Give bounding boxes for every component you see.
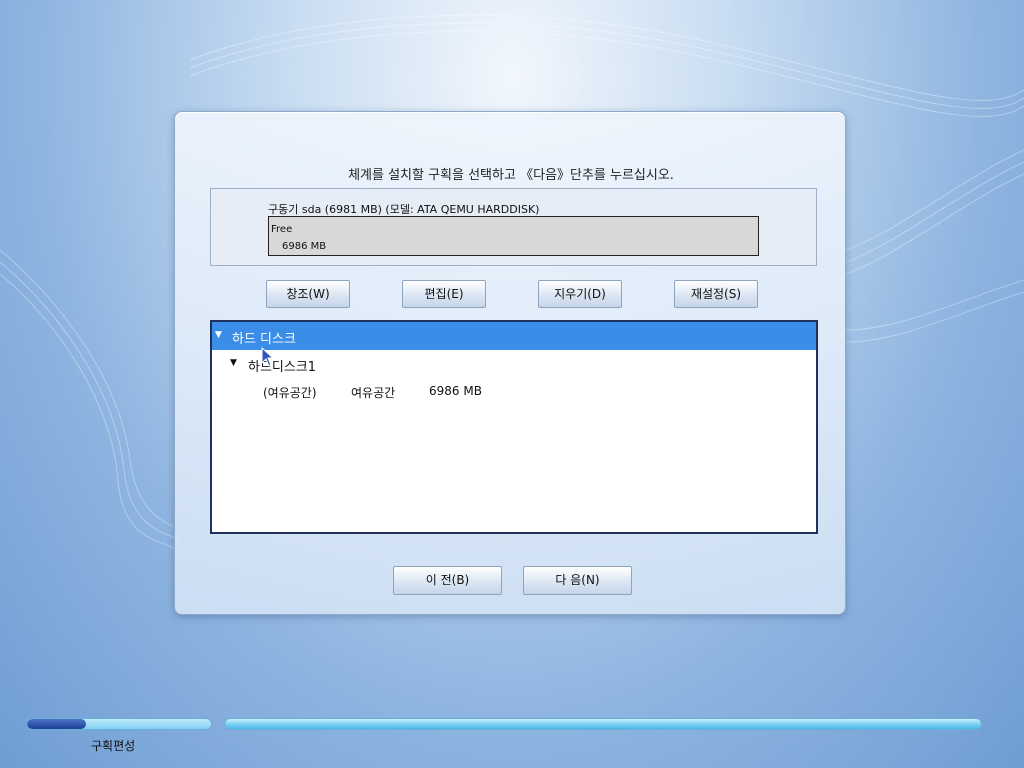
tree-row-hard-disks[interactable]: ▼ 하드 디스크 bbox=[212, 322, 816, 350]
create-button[interactable]: 창조(W) bbox=[266, 280, 350, 308]
tree-row-disk1[interactable]: ▼ 하드디스크1 bbox=[212, 350, 816, 378]
edit-button[interactable]: 편집(E) bbox=[402, 280, 486, 308]
step-label: 구획편성 bbox=[91, 739, 136, 753]
free-space-size: 6986 MB bbox=[429, 384, 482, 398]
next-button[interactable]: 다 음(N) bbox=[523, 566, 632, 595]
tree-row-free-space[interactable]: (여유공간) 여유공간 6986 MB bbox=[212, 378, 816, 406]
step-progress-fill bbox=[27, 719, 86, 729]
mouse-pointer-icon bbox=[261, 347, 275, 367]
step-progress-bar bbox=[26, 718, 212, 730]
drive-bar-name: Free bbox=[271, 224, 293, 235]
drive-label: 구동기 sda (6981 MB) (모델: ATA QEMU HARDDISK… bbox=[268, 203, 540, 216]
drive-usage-bar[interactable]: Free 6986 MB bbox=[268, 216, 759, 256]
free-space-type: 여유공간 bbox=[351, 386, 396, 400]
delete-button[interactable]: 지우기(D) bbox=[538, 280, 622, 308]
tree-root-label: 하드 디스크 bbox=[232, 332, 296, 347]
expand-triangle-icon[interactable]: ▼ bbox=[230, 358, 237, 368]
free-space-device: (여유공간) bbox=[263, 386, 317, 400]
partition-tree[interactable]: ▼ 하드 디스크 ▼ 하드디스크1 (여유공간) 여유공간 6986 MB bbox=[210, 320, 818, 534]
tree-disk-label: 하드디스크1 bbox=[248, 360, 317, 375]
instruction-text: 체계를 설치할 구획을 선택하고 《다음》단추를 누르십시오. bbox=[348, 168, 674, 183]
reset-button[interactable]: 재설정(S) bbox=[674, 280, 758, 308]
drive-bar-size: 6986 MB bbox=[282, 241, 327, 252]
drive-panel: 구동기 sda (6981 MB) (모델: ATA QEMU HARDDISK… bbox=[210, 188, 817, 266]
back-button[interactable]: 이 전(B) bbox=[393, 566, 502, 595]
overall-progress-bar bbox=[224, 718, 982, 730]
expand-triangle-icon[interactable]: ▼ bbox=[215, 330, 222, 340]
